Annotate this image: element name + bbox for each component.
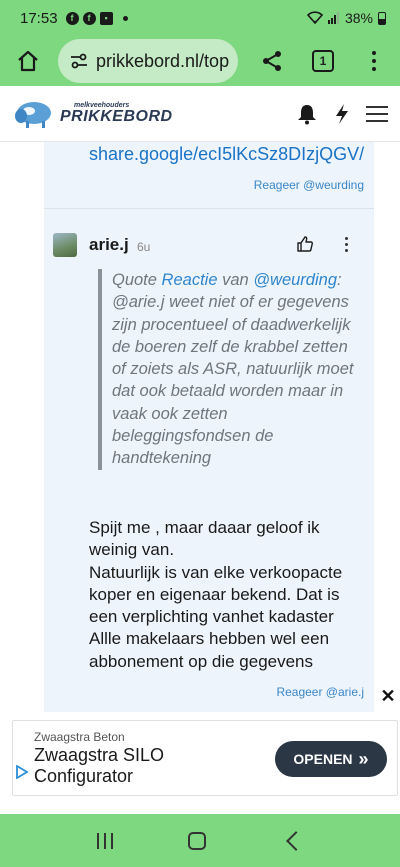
nav-home-button[interactable] (187, 831, 206, 850)
notification-icons: f f ▪ (65, 11, 128, 25)
site-header: melkveehouders PRIKKEBORD (0, 86, 400, 142)
system-nav-bar (0, 814, 400, 867)
image-icon: ▪ (99, 11, 113, 25)
status-bar: 17:53 f f ▪ 38% (0, 0, 400, 36)
quote-reaction-link[interactable]: Reactie (162, 271, 218, 289)
status-right: 38% (306, 10, 386, 26)
comment-author[interactable]: arie.j (89, 235, 129, 255)
adchoices-icon[interactable] (15, 765, 29, 779)
battery-percent: 38% (344, 10, 373, 26)
ad-sponsor: Zwaagstra Beton (34, 730, 125, 744)
quote-middle: van (217, 271, 254, 289)
home-button[interactable] (10, 43, 46, 79)
ad-cta-label: OPENEN (293, 751, 353, 767)
ad-card[interactable]: Zwaagstra Beton Zwaagstra SILO Configura… (12, 720, 398, 796)
url-text: prikkebord.nl/top (96, 50, 230, 71)
quote-text: : @arie.j weet niet of er gegevens zijn … (112, 271, 354, 468)
logo-cow-icon (15, 101, 51, 128)
site-logo[interactable]: melkveehouders PRIKKEBORD (12, 99, 173, 129)
tab-switcher-button[interactable]: 1 (312, 50, 334, 72)
ad-title: Zwaagstra SILO Configurator (34, 745, 165, 786)
ad-close-button[interactable]: ✕ (378, 686, 398, 706)
browser-menu-button[interactable] (362, 43, 386, 79)
address-bar[interactable]: prikkebord.nl/top (58, 39, 238, 83)
comment-more-button[interactable] (343, 237, 349, 252)
logo-title: PRIKKEBORD (60, 108, 173, 125)
shared-link[interactable]: share.google/ecI5lKcSz8DIzjQGV/ (89, 144, 364, 165)
site-settings-icon (71, 53, 87, 69)
chevron-right-icon: » (358, 748, 369, 769)
site-menu-button[interactable] (366, 105, 388, 122)
status-time: 17:53 (20, 9, 58, 27)
reply-arie-link[interactable]: Reageer @arie.j (276, 685, 364, 699)
activity-bolt-icon[interactable] (334, 103, 350, 125)
facebook-icon: f (65, 11, 79, 25)
share-button[interactable] (256, 43, 288, 79)
comment-line: Allle makelaars hebben wel een abbonemen… (89, 629, 330, 671)
home-icon (18, 50, 38, 72)
comment-card: arie.j 6u Quote Reactie van @weurding: @… (44, 208, 374, 712)
more-notifications-icon (122, 15, 128, 21)
quote-author-link[interactable]: @weurding (253, 271, 337, 289)
facebook-icon: f (82, 11, 96, 25)
wifi-icon (306, 11, 323, 25)
notifications-bell-icon[interactable] (296, 103, 318, 125)
avatar[interactable] (53, 233, 77, 257)
comment-line: Natuurlijk is van elke verkoopacte koper… (89, 562, 343, 627)
share-icon (263, 51, 281, 71)
browser-toolbar: prikkebord.nl/top 1 (0, 36, 400, 86)
quoted-reply: Quote Reactie van @weurding: @arie.j wee… (98, 269, 366, 470)
battery-icon (378, 11, 386, 25)
comment-time: 6u (137, 240, 151, 254)
ad-open-button[interactable]: OPENEN » (275, 741, 387, 777)
comment-line: Spijt me , maar daaar geloof ik weinig v… (89, 518, 320, 560)
ad-banner: ✕ Zwaagstra Beton Zwaagstra SILO Configu… (0, 686, 400, 814)
like-thumb-icon[interactable] (296, 235, 314, 253)
recent-apps-button[interactable] (97, 832, 114, 849)
reply-weurding-link[interactable]: Reageer @weurding (254, 178, 364, 192)
quote-prefix: Quote (112, 271, 162, 289)
thread-content: share.google/ecI5lKcSz8DIzjQGV/ Reageer … (0, 142, 400, 712)
back-button[interactable] (285, 830, 306, 851)
comment-body: Spijt me , maar daaar geloof ik weinig v… (89, 517, 369, 673)
signal-icon (327, 12, 339, 24)
